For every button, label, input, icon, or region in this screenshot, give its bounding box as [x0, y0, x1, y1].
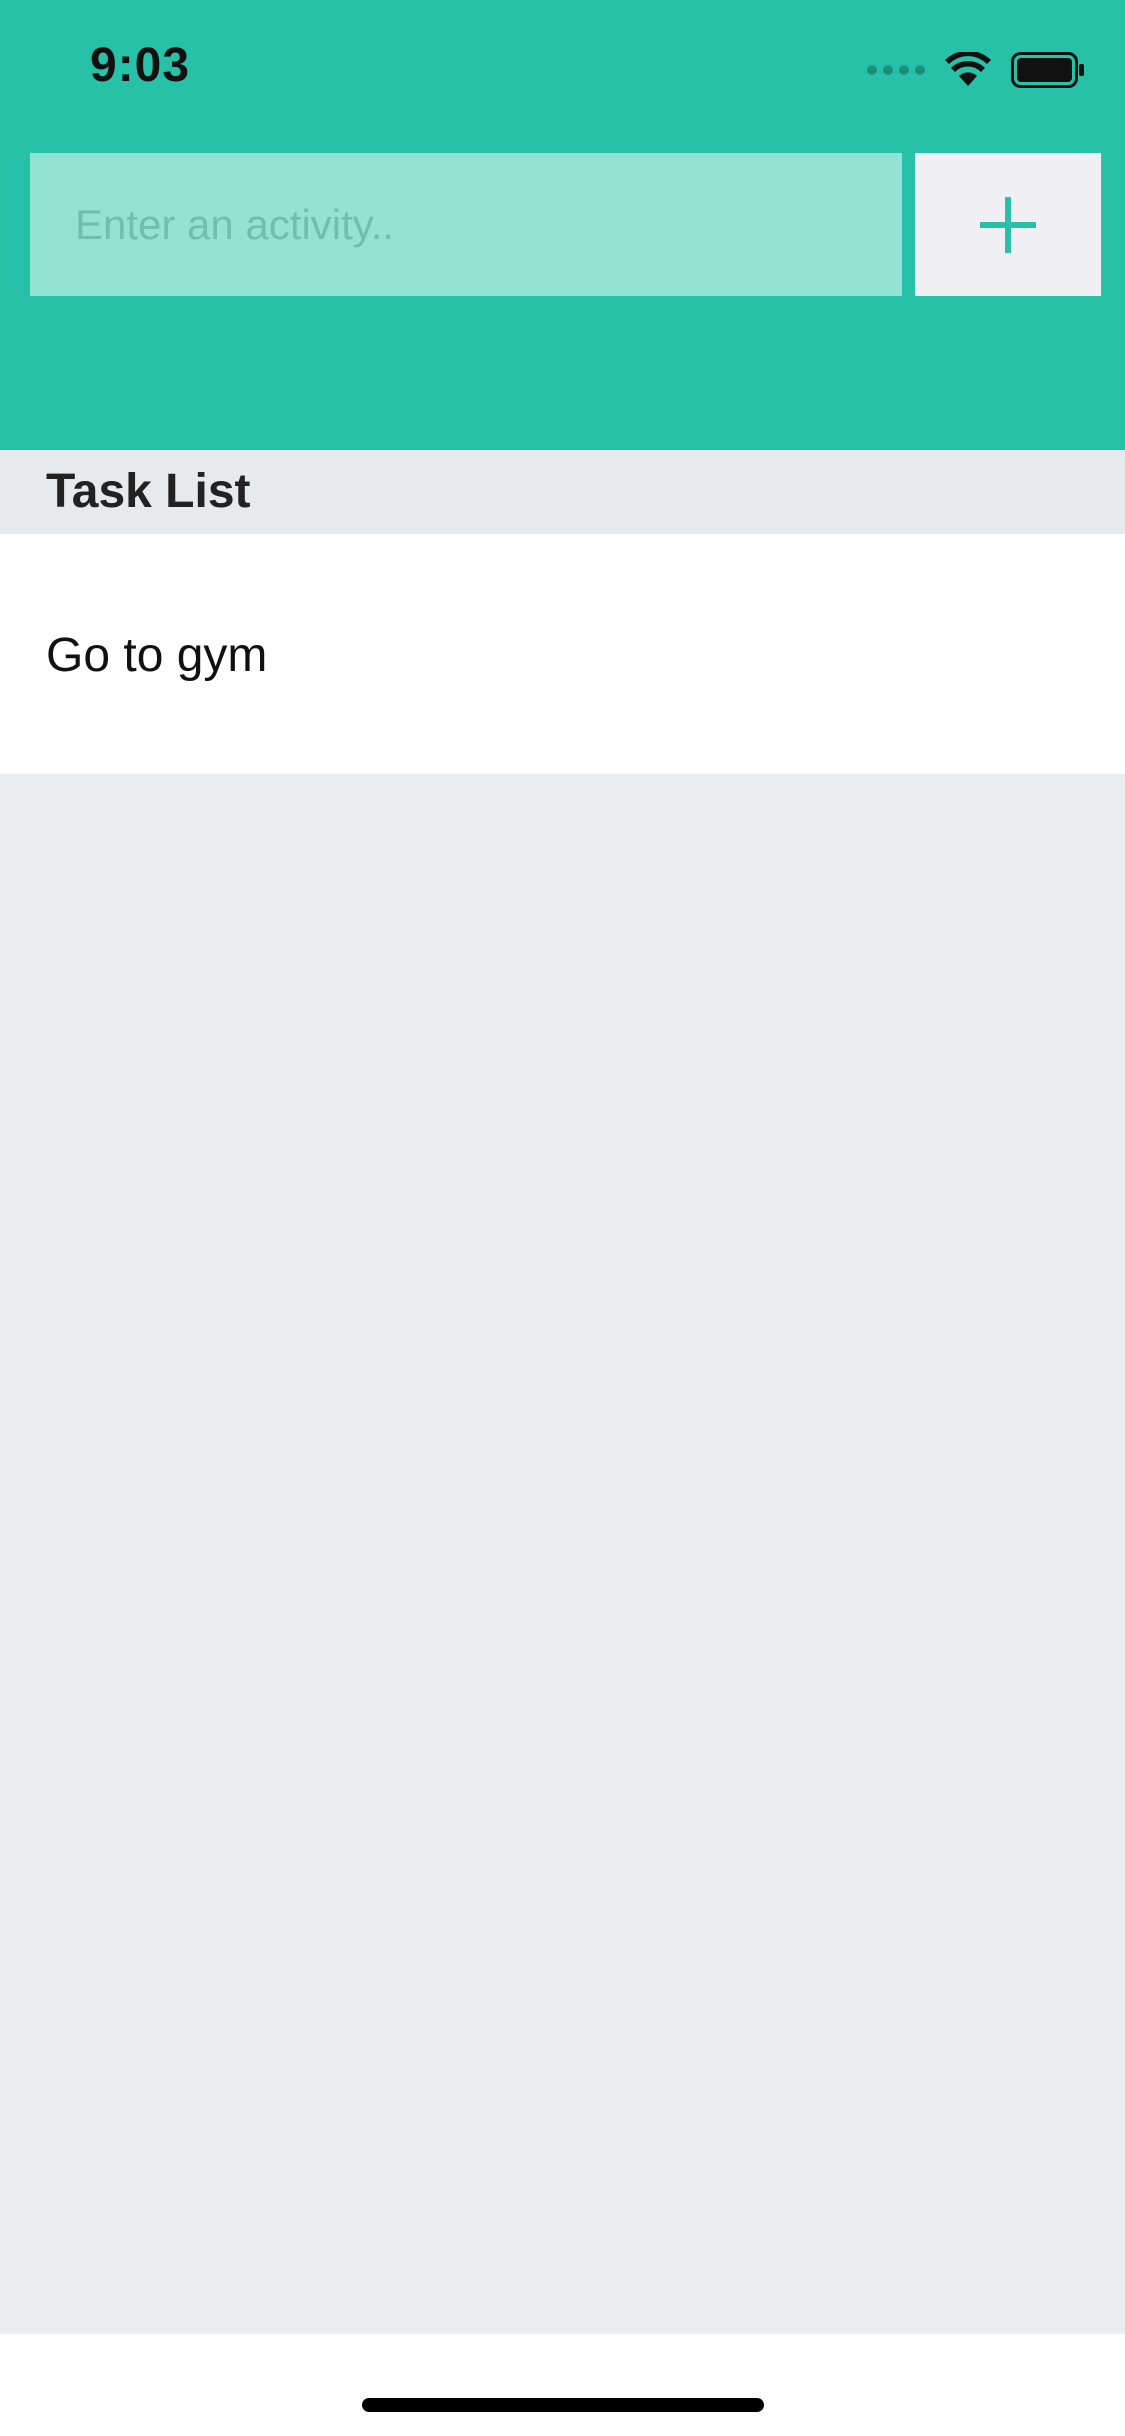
add-task-button[interactable] — [915, 153, 1101, 296]
battery-icon — [1011, 52, 1084, 88]
cellular-signal-icon — [867, 65, 925, 75]
plus-icon — [980, 196, 1036, 253]
status-time: 9:03 — [90, 39, 191, 92]
home-indicator-area — [0, 2334, 1125, 2436]
task-label: Go to gym — [46, 629, 268, 682]
section-title: Task List — [46, 465, 251, 518]
task-list-header: Task List — [0, 450, 1125, 534]
list-item[interactable]: Go to gym — [0, 534, 1125, 774]
app-screen: 9:03 Task Li — [0, 0, 1125, 2436]
home-indicator[interactable] — [362, 2398, 764, 2412]
task-list: Go to gym — [0, 534, 1125, 774]
header: 9:03 — [0, 0, 1125, 450]
activity-input[interactable] — [30, 153, 902, 296]
status-icons — [867, 48, 1085, 92]
wifi-icon — [945, 52, 991, 86]
activity-input-container — [30, 153, 902, 296]
